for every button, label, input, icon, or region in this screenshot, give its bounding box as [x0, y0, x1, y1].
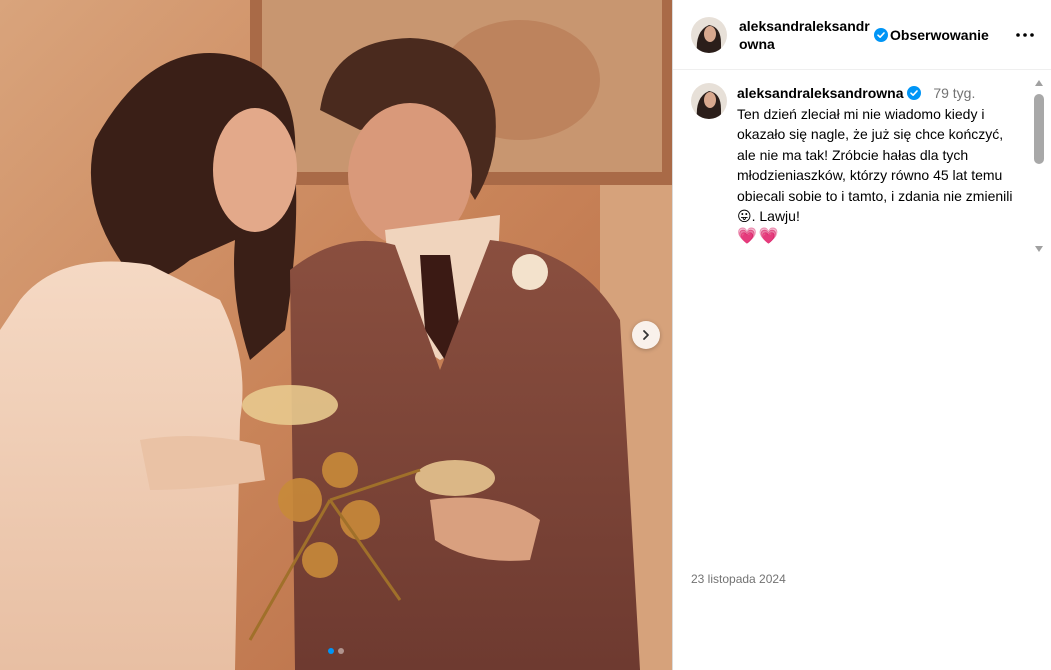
caption-scrollbar[interactable] [1033, 80, 1045, 252]
carousel-next-button[interactable] [632, 321, 660, 349]
caption-body: aleksandraleksandrowna 79 tyg. Ten dzień… [737, 83, 1021, 247]
caption: aleksandraleksandrowna 79 tyg. Ten dzień… [691, 83, 1021, 247]
carousel-dots [0, 648, 672, 654]
caption-time[interactable]: 79 tyg. [933, 85, 975, 101]
caption-avatar[interactable] [691, 83, 727, 119]
caption-emoji-line: 💗💗 [737, 227, 781, 245]
post-header: aleksandraleksandrowna Obserwowanie [673, 0, 1051, 70]
more-horizontal-icon [1016, 32, 1034, 37]
following-button[interactable]: Obserwowanie [890, 27, 989, 43]
scroll-up-arrow-icon[interactable] [1035, 80, 1043, 86]
scroll-down-arrow-icon[interactable] [1035, 246, 1043, 252]
avatar[interactable] [691, 16, 727, 53]
wedding-photo [0, 0, 672, 670]
post-photo[interactable] [0, 0, 672, 670]
verified-badge-icon [907, 86, 922, 100]
chevron-right-icon [643, 330, 649, 340]
more-options-button[interactable] [1013, 23, 1037, 47]
post-side-panel: aleksandraleksandrowna Obserwowanie alek… [672, 0, 1051, 670]
post-date[interactable]: 23 listopada 2024 [691, 572, 786, 586]
caption-text: Ten dzień zleciał mi nie wiadomo kiedy i… [737, 105, 1017, 225]
caption-username[interactable]: aleksandraleksandrowna [737, 85, 904, 101]
verified-badge-icon [874, 27, 888, 42]
scroll-thumb[interactable] [1034, 94, 1044, 164]
post-username[interactable]: aleksandraleksandrowna [739, 17, 874, 53]
carousel-dot-2 [338, 648, 344, 654]
carousel-dot-1 [328, 648, 334, 654]
